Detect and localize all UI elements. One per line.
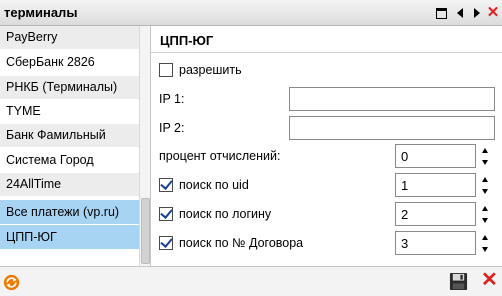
terminal-list: PayBerry СберБанк 2826 РНКБ (Терминалы) … [0,26,139,266]
search-contract-stepper[interactable] [477,231,493,255]
percent-stepper[interactable] [477,144,493,168]
search-login-checkbox[interactable] [159,207,173,221]
restore-icon[interactable] [434,6,448,20]
search-uid-checkbox[interactable] [159,178,173,192]
spin-up-icon [482,234,488,240]
panel-title: ЦПП-ЮГ [160,33,214,48]
ip1-label: IP 1: [159,92,185,106]
search-login-field[interactable] [395,202,476,226]
percent-label: процент отчислений: [159,149,281,163]
allow-label: разрешить [179,63,242,77]
list-item[interactable]: Система Город [0,149,139,173]
search-login-label: поиск по логину [179,207,272,221]
list-item[interactable]: TYME [0,100,139,124]
percent-field[interactable] [395,144,476,168]
ip2-field[interactable] [289,116,495,140]
spin-down-icon [482,246,488,252]
spin-down-icon [482,188,488,194]
scrollbar-thumb[interactable] [141,198,150,264]
spin-up-icon [482,205,488,211]
spin-down-icon [482,217,488,223]
spin-down-icon [482,159,488,165]
search-uid-stepper[interactable] [477,173,493,197]
list-item[interactable]: PayBerry [0,26,139,50]
footer-toolbar: ✕ [0,266,502,296]
window-titlebar: терминалы ✕ [0,0,502,26]
list-item[interactable]: Все платежи (vp.ru) [0,200,139,225]
spin-up-icon [482,176,488,182]
allow-checkbox[interactable] [159,63,173,77]
search-login-stepper[interactable] [477,202,493,226]
ip2-label: IP 2: [159,121,185,135]
list-item[interactable]: Банк Фамильный [0,124,139,148]
list-item[interactable]: РНКБ (Терминалы) [0,76,139,100]
prev-arrow-icon[interactable] [453,6,467,20]
list-item[interactable]: СберБанк 2826 [0,51,139,75]
search-contract-label: поиск по № Договора [179,236,304,250]
spin-up-icon [482,147,488,153]
search-contract-field[interactable] [395,231,476,255]
search-uid-label: поиск по uid [179,178,249,192]
search-contract-checkbox[interactable] [159,236,173,250]
list-scrollbar[interactable] [139,26,150,266]
cancel-icon[interactable]: ✕ [481,270,498,290]
list-item[interactable]: 24AllTime [0,173,139,197]
list-item-selected[interactable]: ЦПП-ЮГ [0,225,139,250]
ip1-field[interactable] [289,87,495,111]
window-title: терминалы [4,5,78,20]
search-uid-field[interactable] [395,173,476,197]
next-arrow-icon[interactable] [470,6,484,20]
divider [151,52,502,53]
close-window-icon[interactable]: ✕ [486,5,500,20]
refresh-icon[interactable] [3,274,20,291]
save-icon[interactable] [449,272,468,291]
terminal-settings-panel: ЦПП-ЮГ разрешить IP 1: IP 2: процент отч… [151,26,502,266]
